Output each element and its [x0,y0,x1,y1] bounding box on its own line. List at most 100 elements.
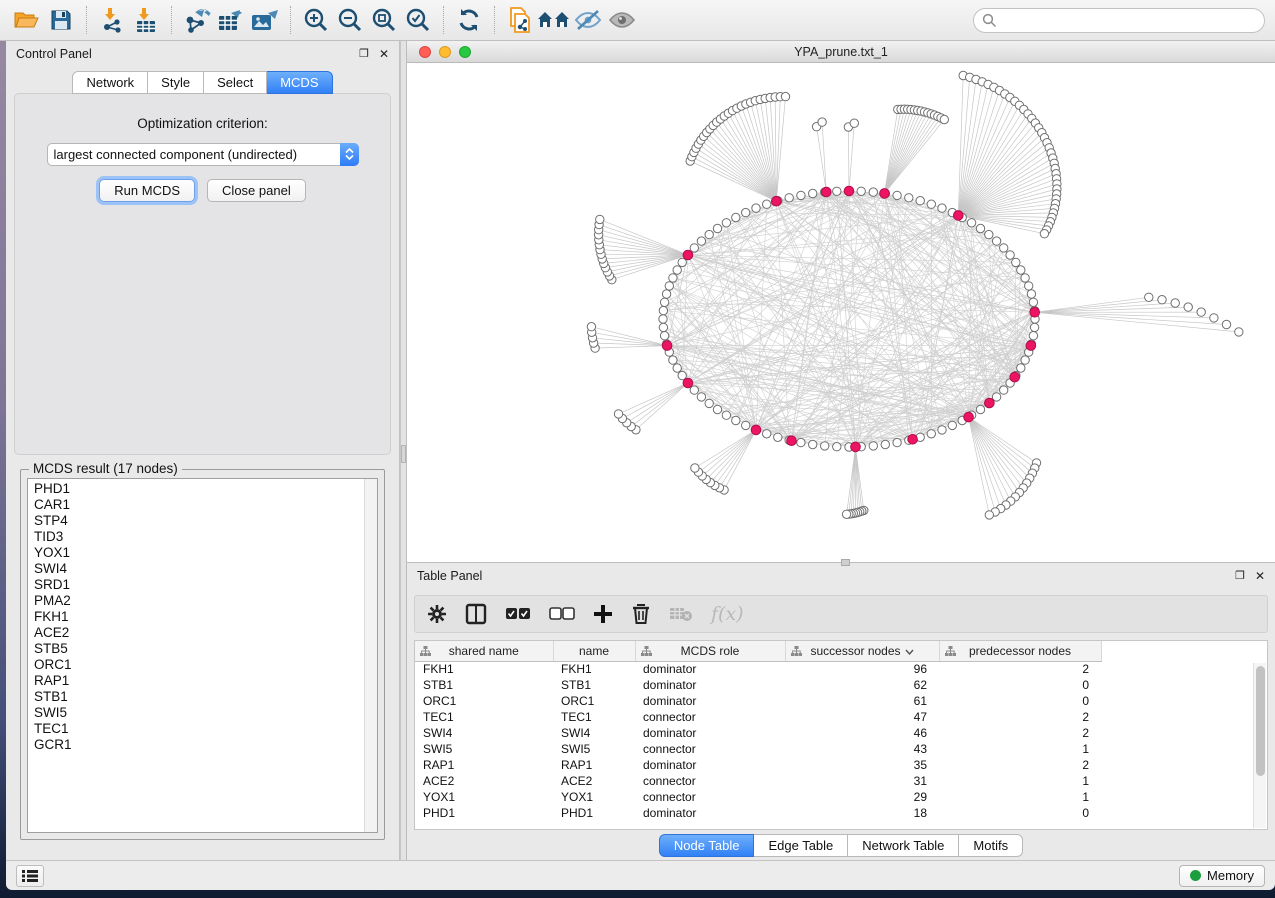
list-item[interactable]: ACE2 [34,625,377,641]
table-row[interactable]: ORC1ORC1dominator610 [415,693,1101,709]
mcds-list-scrollbar[interactable] [364,479,377,832]
splitter-grip[interactable] [401,445,406,463]
run-mcds-button[interactable]: Run MCDS [99,179,195,202]
search-input[interactable] [973,8,1265,33]
export-image-button[interactable] [248,4,282,36]
delete-column-button[interactable] [631,603,651,625]
function-builder-button[interactable]: f(x) [711,603,744,625]
table-row[interactable]: TEC1TEC1connector472 [415,709,1101,725]
column-header-shared-name[interactable]: shared name [415,641,553,661]
clear-table-button[interactable] [669,605,693,623]
table-scrollbar[interactable] [1253,663,1266,828]
list-item[interactable]: RAP1 [34,673,377,689]
list-item[interactable]: SWI4 [34,561,377,577]
open-button[interactable] [10,4,44,36]
delete-column-icon [631,603,651,625]
network-graph[interactable] [407,63,1273,560]
list-item[interactable]: TID3 [34,529,377,545]
criterion-dropdown[interactable]: largest connected component (undirected) [47,143,359,166]
control-panel-title: Control Panel [16,47,92,61]
network-canvas[interactable] [407,63,1275,562]
cell-shared_name: PHD1 [415,805,553,821]
zoom-selected-button[interactable] [401,4,435,36]
zoom-in-button[interactable] [299,4,333,36]
cell-role: dominator [635,805,785,821]
list-item[interactable]: STB5 [34,641,377,657]
column-header-predecessor-nodes[interactable]: predecessor nodes [939,641,1101,661]
table-row[interactable]: YOX1YOX1connector291 [415,789,1101,805]
gear-button[interactable] [427,604,447,624]
export-network-button[interactable] [180,4,214,36]
cell-name: RAP1 [553,757,635,773]
mcds-tab-content: Optimization criterion: largest connecte… [14,93,391,456]
list-item[interactable]: TEC1 [34,721,377,737]
network-window-titlebar[interactable]: YPA_prune.txt_1 [407,41,1275,63]
task-history-button[interactable] [16,865,44,887]
show-all-button[interactable] [605,4,639,36]
tab-style[interactable]: Style [148,71,204,94]
table-row[interactable]: ACE2ACE2connector311 [415,773,1101,789]
export-image-icon [250,7,280,33]
list-item[interactable]: YOX1 [34,545,377,561]
first-neighbors-button[interactable] [537,4,571,36]
table-row[interactable]: SWI4SWI4dominator462 [415,725,1101,741]
mcds-result-list[interactable]: PHD1CAR1STP4TID3YOX1SWI4SRD1PMA2FKH1ACE2… [27,478,378,833]
tab-node-table[interactable]: Node Table [659,834,755,857]
sort-chevron-icon [905,644,914,658]
table-row[interactable]: RAP1RAP1dominator352 [415,757,1101,773]
column-header-name[interactable]: name [553,641,635,661]
list-item[interactable]: SWI5 [34,705,377,721]
horizontal-splitter-grip[interactable] [841,559,850,566]
cell-role: connector [635,773,785,789]
tab-select[interactable]: Select [204,71,267,94]
list-item[interactable]: ORC1 [34,657,377,673]
vertical-splitter[interactable] [400,41,407,860]
list-item[interactable]: STB1 [34,689,377,705]
hide-selected-button[interactable] [571,4,605,36]
tab-network[interactable]: Network [72,71,148,94]
duplicate-network-button[interactable] [503,4,537,36]
import-network-button[interactable] [95,4,129,36]
tab-network-table[interactable]: Network Table [848,834,959,857]
export-table-button[interactable] [214,4,248,36]
table-row[interactable]: STB1STB1dominator620 [415,677,1101,693]
table-row[interactable]: FKH1FKH1dominator962 [415,661,1101,677]
cell-name: YOX1 [553,789,635,805]
zoom-out-button[interactable] [333,4,367,36]
close-table-panel-icon[interactable]: ✕ [1255,569,1265,583]
deselect-all-button[interactable] [549,607,575,621]
table-row[interactable]: SWI5SWI5connector431 [415,741,1101,757]
float-table-panel-icon[interactable]: ❐ [1235,569,1245,583]
main-toolbar [0,0,1275,41]
column-header-successor-nodes[interactable]: successor nodes [785,641,939,661]
memory-status-icon [1190,870,1201,881]
close-panel-button[interactable]: Close panel [207,179,306,202]
split-columns-button[interactable] [465,603,487,625]
tab-edge-table[interactable]: Edge Table [754,834,848,857]
cell-successors: 61 [785,693,939,709]
list-item[interactable]: CAR1 [34,497,377,513]
add-column-button[interactable] [593,604,613,624]
close-panel-icon[interactable]: ✕ [379,47,389,61]
list-item[interactable]: SRD1 [34,577,377,593]
float-panel-icon[interactable]: ❐ [359,47,369,61]
save-button[interactable] [44,4,78,36]
cell-shared_name: SWI4 [415,725,553,741]
list-item[interactable]: FKH1 [34,609,377,625]
tab-mcds[interactable]: MCDS [267,71,332,94]
table-scrollbar-thumb[interactable] [1256,666,1265,776]
cell-role: dominator [635,661,785,677]
table-header-row[interactable]: shared namenameMCDS rolesuccessor nodesp… [415,641,1101,661]
table-row[interactable]: PHD1PHD1dominator180 [415,805,1101,821]
memory-button[interactable]: Memory [1179,865,1265,887]
list-item[interactable]: PHD1 [34,481,377,497]
column-header-MCDS-role[interactable]: MCDS role [635,641,785,661]
refresh-button[interactable] [452,4,486,36]
import-table-button[interactable] [129,4,163,36]
zoom-fit-button[interactable] [367,4,401,36]
list-item[interactable]: GCR1 [34,737,377,753]
list-item[interactable]: STP4 [34,513,377,529]
select-all-button[interactable] [505,607,531,621]
list-item[interactable]: PMA2 [34,593,377,609]
tab-motifs[interactable]: Motifs [959,834,1023,857]
